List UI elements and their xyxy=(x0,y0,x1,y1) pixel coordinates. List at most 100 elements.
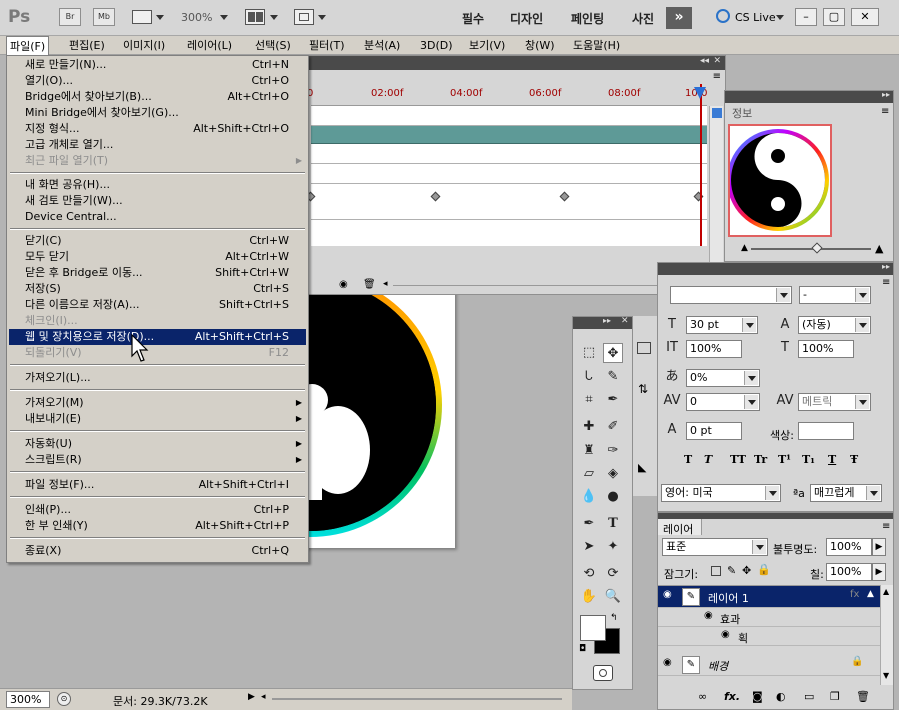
panel-menu-icon[interactable]: ≡ xyxy=(881,106,889,117)
layer-mask-icon[interactable]: ◙ xyxy=(752,690,763,703)
menu-item-automate[interactable]: 자동화(U) ▶ xyxy=(9,436,306,452)
tab-layers[interactable]: 레이어 xyxy=(658,519,702,536)
menu-item-open[interactable]: 열기(O)... Ctrl+O xyxy=(9,73,306,89)
close-panel-icon[interactable]: ✕ xyxy=(621,316,629,326)
horizontal-scale-input[interactable]: 100% xyxy=(798,340,854,358)
all-caps-button[interactable]: TT xyxy=(730,453,746,466)
paint-bucket-tool-icon[interactable]: ◈ xyxy=(603,464,623,484)
cs-live-menu[interactable]: CS Live xyxy=(735,11,776,24)
swap-colors-icon[interactable]: ↰ xyxy=(610,613,618,623)
lock-pixels-icon[interactable]: ✎ xyxy=(727,564,736,577)
collapse-effects-icon[interactable]: ▲ xyxy=(867,589,874,599)
workspace-painting[interactable]: 페인팅 xyxy=(571,10,604,27)
menu-item-save-as[interactable]: 다른 이름으로 저장(A)... Shift+Ctrl+S xyxy=(9,297,306,313)
tsume-select[interactable]: 0% xyxy=(686,369,760,387)
quick-mask-icon[interactable] xyxy=(593,665,613,681)
styles-dock-icon[interactable]: ◣ xyxy=(638,461,646,474)
opacity-slider-button[interactable]: ▶ xyxy=(872,538,886,556)
close-panel-icon[interactable]: ✕ xyxy=(713,56,721,66)
underline-button[interactable]: T xyxy=(828,453,836,466)
type-tool-icon[interactable]: T xyxy=(603,514,623,534)
dodge-tool-icon[interactable]: ● xyxy=(603,487,623,507)
layer-style-icon[interactable]: fx. xyxy=(724,690,740,703)
menu-item-exit[interactable]: 종료(X) Ctrl+Q xyxy=(9,543,306,559)
menu-item-close-go-bridge[interactable]: 닫은 후 Bridge로 이동... Shift+Ctrl+W xyxy=(9,265,306,281)
vertical-scale-input[interactable]: 100% xyxy=(686,340,742,358)
scroll-up-icon[interactable]: ▲ xyxy=(883,587,889,596)
superscript-button[interactable]: T¹ xyxy=(778,453,791,466)
track-row[interactable] xyxy=(311,164,707,184)
time-ruler[interactable]: 0 02:00f 04:00f 06:00f 08:00f 10:0 xyxy=(307,84,707,106)
menu-item-close-all[interactable]: 모두 닫기 Alt+Ctrl+W xyxy=(9,249,306,265)
zoom-dropdown-icon[interactable] xyxy=(220,15,228,20)
delete-icon[interactable]: 🗑 xyxy=(363,279,376,290)
delete-layer-icon[interactable]: 🗑 xyxy=(856,690,870,703)
zoom-in-icon[interactable]: ▲ xyxy=(875,242,883,255)
lock-position-icon[interactable]: ✥ xyxy=(742,564,751,577)
blend-mode-select[interactable]: 표준 xyxy=(662,538,768,556)
new-group-icon[interactable]: ▭ xyxy=(804,690,814,703)
eraser-tool-icon[interactable]: ▱ xyxy=(579,464,599,484)
track-row[interactable] xyxy=(311,144,707,164)
text-color-swatch[interactable] xyxy=(798,422,854,440)
bridge-button[interactable]: Br xyxy=(59,8,81,26)
font-family-select[interactable] xyxy=(670,286,792,304)
scroll-thumb[interactable] xyxy=(712,108,722,118)
menu-item-open-as[interactable]: 지정 형식... Alt+Shift+Ctrl+O xyxy=(9,121,306,137)
menu-item-browse-bridge[interactable]: Bridge에서 찾아보기(B)... Alt+Ctrl+O xyxy=(9,89,306,105)
adjustment-layer-icon[interactable]: ◐ xyxy=(776,690,786,703)
fill-input[interactable]: 100% xyxy=(826,563,872,581)
vertical-scrollbar[interactable] xyxy=(709,106,723,278)
new-layer-icon[interactable]: ❐ xyxy=(830,690,840,703)
lock-transparency-icon[interactable] xyxy=(711,566,721,576)
menu-help[interactable]: 도움말(H) xyxy=(570,36,623,55)
hand-tool-icon[interactable]: ✋ xyxy=(579,587,599,607)
brush-tool-icon[interactable]: ✐ xyxy=(603,417,623,437)
font-size-select[interactable]: 30 pt xyxy=(686,316,758,334)
playhead-line[interactable] xyxy=(700,84,702,246)
navigator-dock-icon[interactable] xyxy=(637,342,651,354)
strikethrough-button[interactable]: Ŧ xyxy=(850,453,858,466)
layer-duration-bar[interactable] xyxy=(311,126,707,144)
healing-brush-tool-icon[interactable]: ✚ xyxy=(579,417,599,437)
visibility-eye-icon[interactable]: ◉ xyxy=(663,657,672,668)
zoom-out-icon[interactable]: ▲ xyxy=(741,243,748,253)
menu-item-place[interactable]: 가져오기(L)... xyxy=(9,370,306,386)
workspace-essentials[interactable]: 필수 xyxy=(462,10,484,27)
clone-stamp-tool-icon[interactable]: ♜ xyxy=(579,441,599,461)
screen-mode-icon[interactable] xyxy=(294,9,314,25)
menu-item-save[interactable]: 저장(S) Ctrl+S xyxy=(9,281,306,297)
panel-menu-icon[interactable]: ≡ xyxy=(882,521,890,532)
leading-select[interactable]: (자동) xyxy=(798,316,871,334)
font-style-select[interactable]: - xyxy=(799,286,871,304)
track-row[interactable] xyxy=(311,106,707,126)
menu-item-scripts[interactable]: 스크립트(R) ▶ xyxy=(9,452,306,468)
zoom-input[interactable]: 300% xyxy=(6,691,50,708)
zoom-level-select[interactable]: 300% xyxy=(181,11,212,24)
mini-bridge-button[interactable]: Mb xyxy=(93,8,115,26)
menu-image[interactable]: 이미지(I) xyxy=(120,36,168,55)
zoom-slider-thumb[interactable] xyxy=(811,242,823,254)
eyedropper-tool-icon[interactable]: ✒ xyxy=(603,390,623,410)
menu-item-browse-mini-bridge[interactable]: Mini Bridge에서 찾아보기(G)... xyxy=(9,105,306,121)
tab-info[interactable]: 정보 xyxy=(732,105,752,121)
custom-shape-tool-icon[interactable]: ✦ xyxy=(603,537,623,557)
menu-item-save-for-web[interactable]: 웹 및 장치용으로 저장(D)... Alt+Shift+Ctrl+S xyxy=(9,329,306,345)
layer-effects-row[interactable]: ◉ 효과 xyxy=(658,608,880,627)
history-brush-tool-icon[interactable]: ✑ xyxy=(603,441,623,461)
foreground-color-swatch[interactable] xyxy=(580,615,606,641)
scroll-down-icon[interactable]: ▼ xyxy=(883,671,889,680)
scroll-left-icon[interactable]: ◂ xyxy=(261,692,266,702)
move-tool-icon[interactable]: ✥ xyxy=(603,343,623,363)
layer-row-layer-1[interactable]: ◉ ✎ 레이어 1 fx ▲ xyxy=(658,586,880,608)
menu-item-check-in[interactable]: 체크인(I)... xyxy=(9,313,306,329)
menu-3d[interactable]: 3D(D) xyxy=(417,36,456,55)
faux-bold-button[interactable]: T xyxy=(684,453,692,466)
keyframe-diamond[interactable] xyxy=(430,191,441,202)
menu-item-print-one-copy[interactable]: 한 부 인쇄(Y) Alt+Shift+Ctrl+P xyxy=(9,518,306,534)
lock-all-icon[interactable]: 🔒 xyxy=(757,563,771,576)
keyframe-diamond[interactable] xyxy=(559,191,570,202)
antialias-select[interactable]: 매끄럽게 xyxy=(810,484,882,502)
scroll-left-icon[interactable]: ◂ xyxy=(383,279,388,289)
panel-menu-icon[interactable]: ≡ xyxy=(713,71,721,82)
